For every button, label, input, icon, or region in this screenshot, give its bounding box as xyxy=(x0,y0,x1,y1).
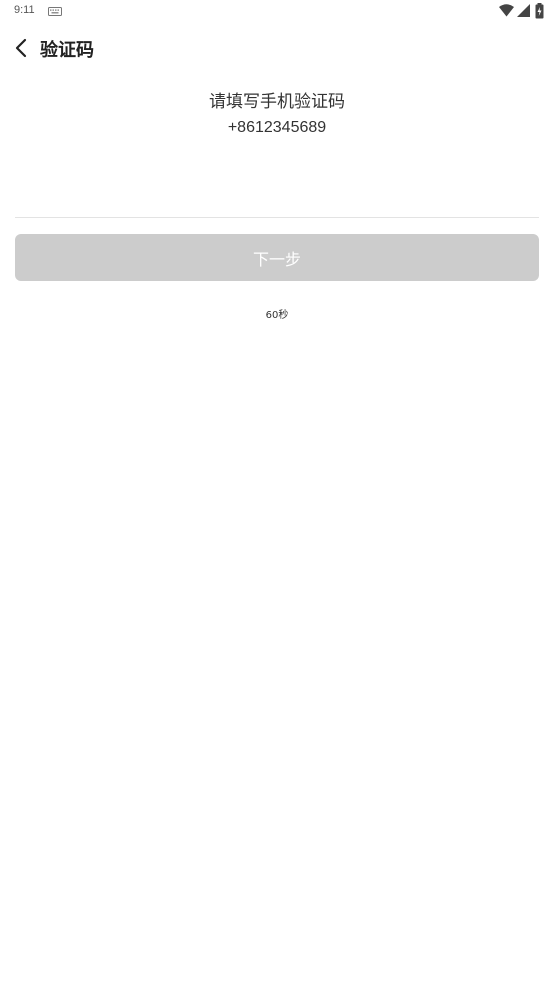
countdown-text: 60秒 xyxy=(265,310,289,321)
chevron-left-icon xyxy=(15,38,27,58)
header: 验证码 xyxy=(0,28,554,68)
instruction-text: 请填写手机验证码 xyxy=(209,92,345,112)
wifi-icon xyxy=(499,4,514,17)
back-button[interactable] xyxy=(8,32,36,64)
phone-number: +8612345689 xyxy=(227,119,327,136)
verification-code-input[interactable] xyxy=(15,160,539,218)
next-button[interactable]: 下一步 xyxy=(15,234,539,281)
status-time: 9:11 xyxy=(14,4,35,16)
keyboard-icon xyxy=(48,7,62,16)
signal-icon xyxy=(517,4,530,17)
page-title: 验证码 xyxy=(40,40,94,61)
battery-icon xyxy=(535,3,544,19)
status-bar: 9:11 xyxy=(0,0,554,24)
